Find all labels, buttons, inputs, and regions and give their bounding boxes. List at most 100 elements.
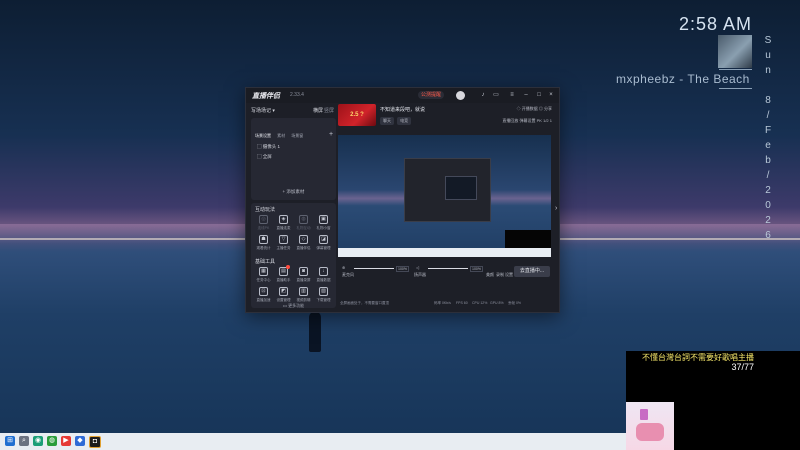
tool-icon: ◎ — [259, 215, 268, 224]
status-bitrate: 码率 0Kb/s — [434, 301, 451, 305]
date-char: S — [764, 35, 772, 46]
date-char: b — [765, 155, 771, 166]
tool-icon: ▧ — [319, 287, 328, 296]
add-scene-icon[interactable]: + — [329, 131, 333, 138]
camera-icon: ▢ — [257, 144, 262, 149]
speaker-volume-slider[interactable] — [428, 268, 468, 269]
sidebar: 写场场记 ▾ 横屏 竖屏 场景设置 素材 场景窗 + ▢ 摄像头 1 ▢ 全屏 … — [251, 105, 336, 308]
tab-scene-window[interactable]: 场景窗 — [291, 133, 303, 139]
windows-taskbar: ⊞ ⌕ ◉ ◍ ▶ ◆ ◘ — [0, 433, 626, 450]
tool-button[interactable]: ⊡ 直播加速 — [254, 287, 273, 303]
date-char: 2 — [765, 185, 771, 196]
interaction-tools-grid: ◎ 连线PK ◈ 直播连麦 ◍ 礼物互动 ▣ 礼物小窗 ☗ 观看统计 ▽ 主播任务 ◇ 直播伴侣 ◪ 弹幕管理 — [253, 215, 334, 255]
tool-button[interactable]: ◈ 直播连麦 — [274, 215, 293, 231]
source-row[interactable]: ▢ 摄像头 1 — [257, 144, 280, 150]
close-icon[interactable]: × — [548, 92, 554, 98]
live-companion-icon[interactable]: ◘ — [89, 436, 101, 448]
tool-icon: ⊡ — [259, 287, 268, 296]
stream-preview[interactable] — [338, 135, 551, 257]
tool-button[interactable]: ▣ 礼物小窗 — [314, 215, 333, 231]
screen-icon: ▢ — [257, 154, 262, 159]
speaker-volume-value: 100% — [470, 266, 483, 272]
widget-divider — [719, 88, 752, 89]
tool-button[interactable]: ◪ 弹幕管理 — [314, 235, 333, 251]
tool-button[interactable]: ▧ 下载管理 — [314, 287, 333, 303]
tool-button[interactable]: ◇ 直播伴侣 — [294, 235, 313, 251]
tool-button[interactable]: ◙ 直播录屏 — [294, 267, 313, 283]
speaker-label: 扬声器 — [414, 272, 426, 277]
tool-button[interactable]: ▤ 直播助手 — [274, 265, 293, 283]
preview-app-window — [404, 158, 491, 222]
tool-button[interactable]: ↓ 直播数据 — [314, 267, 333, 283]
tool-button[interactable]: ▦ 任务中心 — [254, 267, 273, 283]
tool-icon: ◍ — [299, 215, 308, 224]
minimize-icon[interactable]: – — [523, 92, 529, 98]
tool-button[interactable]: ◎ 连线PK — [254, 215, 273, 231]
main-area: 2.5 ? 不知道来段吧，就说 聊天 电竞 ◇ 开播数据 ◎ 分享 直播回放 弹… — [338, 103, 556, 311]
preview-nested-window — [445, 176, 477, 200]
tool-label: 任务中心 — [256, 278, 271, 282]
source-label: 全屏 — [262, 154, 272, 159]
mode-portrait[interactable]: 竖屏 — [324, 105, 334, 117]
tool-button[interactable]: ☗ 观看统计 — [254, 235, 273, 251]
search-icon[interactable]: ⌕ — [19, 436, 29, 446]
data-share-links[interactable]: ◇ 开播数据 ◎ 分享 — [517, 106, 552, 112]
date-char: e — [765, 140, 771, 151]
status-bar: 全屏画面处于，不需要窗口置顶 码率 0Kb/s FPS 60 CPU 12% G… — [338, 299, 551, 309]
vertical-date: Sun 8 / Fe b / 2 0 2 6 — [762, 33, 774, 243]
tab-material[interactable]: 素材 — [277, 133, 285, 139]
date-char: 8 — [765, 95, 771, 106]
windows-start-icon[interactable]: ⊞ — [5, 436, 15, 446]
tool-button[interactable]: ▥ 视频剪辑 — [294, 287, 313, 303]
shore-lights-left — [0, 238, 250, 240]
scene-selector[interactable]: 写场场记 ▾ — [251, 108, 275, 114]
collapse-arrow-icon[interactable]: › — [555, 205, 557, 212]
tab-scene-settings[interactable]: 场景设置 — [255, 133, 271, 139]
chat-icon[interactable]: ◍ — [47, 436, 57, 446]
tool-icon: ▦ — [259, 267, 268, 276]
browser-icon[interactable]: ◉ — [33, 436, 43, 446]
tool-label: 直播伴侣 — [296, 246, 311, 250]
source-row[interactable]: ▢ 全屏 — [257, 154, 272, 160]
speaker-icon[interactable]: ◁ — [416, 265, 419, 270]
go-live-button[interactable]: 去直播中... — [514, 266, 550, 277]
date-char — [762, 78, 774, 93]
stream-stats-line[interactable]: 直播回放 弹幕设置 PK 1/2 1 — [502, 118, 552, 124]
album-art[interactable] — [718, 35, 752, 68]
more-functions-link[interactable]: ••• 更多功能 — [251, 303, 336, 309]
bell-icon[interactable]: ♪ — [480, 92, 486, 98]
menu-icon[interactable]: ≡ — [509, 92, 515, 98]
notification-badge — [286, 265, 290, 269]
media-icon[interactable]: ▶ — [61, 436, 71, 446]
now-playing[interactable]: mxpheebz - The Beach — [616, 72, 750, 86]
mic-volume-slider[interactable] — [354, 268, 394, 269]
add-source-button[interactable]: + 添加素材 — [251, 189, 336, 195]
tag-chip[interactable]: 聊天 — [380, 117, 394, 125]
tool-label: 主播任务 — [276, 246, 291, 250]
tag-chip[interactable]: 电竞 — [397, 117, 412, 125]
mic-icon[interactable]: ⊕ — [342, 265, 345, 270]
mode-landscape[interactable]: 横屏 — [313, 105, 323, 117]
notice-pill[interactable]: 公测提醒 — [418, 91, 445, 99]
date-char: n — [765, 65, 771, 76]
tool-icon: ◩ — [279, 287, 288, 296]
stream-cover[interactable]: 2.5 ? — [338, 104, 376, 126]
hand-shape — [636, 423, 664, 441]
stream-tags: 聊天 电竞 — [380, 117, 413, 125]
tool-icon: ◙ — [299, 267, 308, 276]
beauty-button[interactable]: 美颜 — [486, 272, 494, 278]
avatar[interactable] — [456, 91, 465, 100]
tool-button[interactable]: ▽ 主播任务 — [274, 235, 293, 251]
tool-button[interactable]: ◍ 礼物互动 — [294, 215, 313, 231]
status-fps: FPS 60 — [456, 301, 468, 305]
title-bar[interactable]: 直播伴侣 2.33.4 公测提醒 ♪ ▭ ≡ – □ × — [246, 88, 559, 103]
message-icon[interactable]: ▭ — [493, 92, 499, 98]
app-icon[interactable]: ◆ — [75, 436, 85, 446]
status-cpu: CPU 12% — [472, 301, 488, 305]
settings-button[interactable]: 设置 — [505, 272, 513, 278]
tool-button[interactable]: ◩ 设置管理 — [274, 287, 293, 303]
record-button[interactable]: 录制 — [496, 272, 504, 278]
tool-icon: ◇ — [299, 235, 308, 244]
stream-title[interactable]: 不知道来段吧，就说 — [380, 106, 425, 113]
maximize-icon[interactable]: □ — [536, 92, 542, 98]
